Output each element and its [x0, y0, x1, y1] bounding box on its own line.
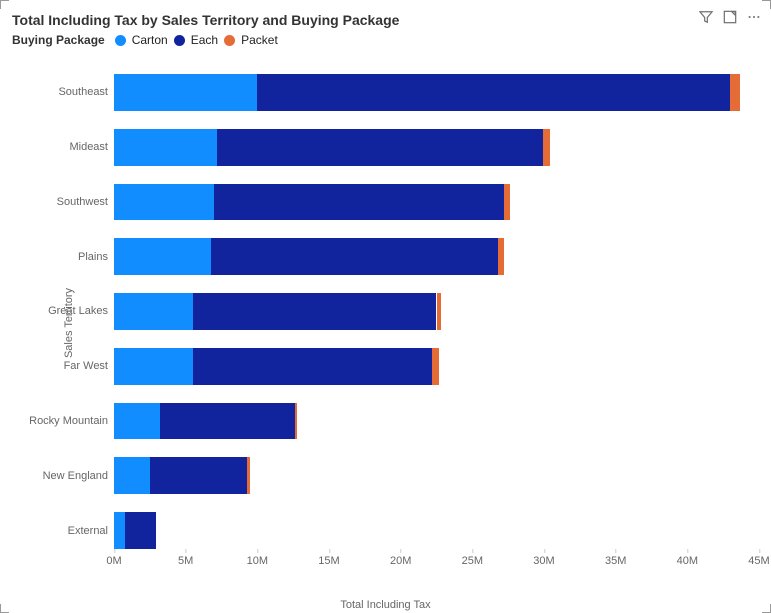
bar-segment-each[interactable] [211, 238, 498, 275]
resize-handle-br[interactable] [762, 604, 771, 613]
category-label: External [24, 525, 108, 537]
bar-segment-carton[interactable] [114, 74, 257, 111]
bar-segment-each[interactable] [217, 129, 542, 166]
x-tick: 35M [605, 555, 626, 567]
x-tick: 25M [462, 555, 483, 567]
legend-title: Buying Package [12, 33, 105, 47]
legend-label-carton[interactable]: Carton [132, 33, 168, 47]
more-options-icon[interactable] [747, 10, 761, 29]
x-tick: 20M [390, 555, 411, 567]
bar-segment-carton[interactable] [114, 348, 193, 385]
x-tick: 10M [247, 555, 268, 567]
legend-swatch-each[interactable] [174, 35, 185, 46]
bar-segment-packet[interactable] [432, 348, 439, 385]
focus-mode-icon[interactable] [723, 10, 737, 29]
bar-segment-carton[interactable] [114, 403, 160, 440]
bar-row: Plains [114, 232, 759, 281]
bar-segment-packet[interactable] [437, 293, 441, 330]
bar-segment-each[interactable] [150, 457, 247, 494]
plot-area: Southeast Mideast Southwest Plains Great Lak… [114, 62, 759, 555]
y-axis-title: Sales Territory [63, 287, 75, 357]
category-label: Southeast [24, 86, 108, 98]
visual-header: Total Including Tax by Sales Territory a… [12, 10, 761, 29]
bar-segment-packet[interactable] [498, 238, 504, 275]
x-tick: 0M [106, 555, 121, 567]
x-axis-title: Total Including Tax [340, 599, 430, 611]
category-label: New England [24, 470, 108, 482]
legend-label-each[interactable]: Each [191, 33, 218, 47]
header-icons [699, 10, 761, 29]
category-label: Rocky Mountain [24, 415, 108, 427]
bar-segment-each[interactable] [257, 74, 730, 111]
x-tick: 45M [748, 555, 769, 567]
bar-segment-packet[interactable] [295, 403, 298, 440]
chart-area: Sales Territory Southeast Mideast Southwes… [28, 62, 759, 583]
x-tick: 30M [533, 555, 554, 567]
bar-segment-packet[interactable] [543, 129, 550, 166]
legend-swatch-carton[interactable] [115, 35, 126, 46]
bar-segment-packet[interactable] [730, 74, 740, 111]
category-label: Far West [24, 360, 108, 372]
x-axis: 0M5M10M15M20M25M30M35M40M45M [114, 555, 759, 583]
bar-segment-carton[interactable] [114, 238, 211, 275]
resize-handle-tl[interactable] [0, 0, 9, 9]
bar-segment-each[interactable] [160, 403, 295, 440]
resize-handle-tr[interactable] [762, 0, 771, 9]
bar-segment-packet[interactable] [247, 457, 250, 494]
legend: Buying Package Carton Each Packet [12, 33, 761, 47]
bar-row: Southwest [114, 178, 759, 227]
bar-row: Great Lakes [114, 287, 759, 336]
category-label: Great Lakes [24, 305, 108, 317]
bar-row: Far West [114, 342, 759, 391]
filter-icon[interactable] [699, 10, 713, 29]
bar-segment-each[interactable] [214, 184, 504, 221]
bar-row: External [114, 506, 759, 555]
x-tick: 15M [318, 555, 339, 567]
legend-label-packet[interactable]: Packet [241, 33, 278, 47]
bar-segment-carton[interactable] [114, 129, 217, 166]
bar-row: Southeast [114, 68, 759, 117]
resize-handle-bl[interactable] [0, 604, 9, 613]
category-label: Southwest [24, 196, 108, 208]
bar-row: Mideast [114, 123, 759, 172]
bar-segment-carton[interactable] [114, 512, 125, 549]
category-label: Mideast [24, 141, 108, 153]
chart-title: Total Including Tax by Sales Territory a… [12, 12, 399, 28]
bar-segment-carton[interactable] [114, 457, 150, 494]
x-tick: 40M [677, 555, 698, 567]
bar-segment-each[interactable] [193, 293, 437, 330]
bar-row: Rocky Mountain [114, 397, 759, 446]
bar-segment-each[interactable] [193, 348, 432, 385]
bar-segment-carton[interactable] [114, 293, 193, 330]
bar-row: New England [114, 451, 759, 500]
category-label: Plains [24, 251, 108, 263]
x-tick: 5M [178, 555, 193, 567]
chart-visual: Total Including Tax by Sales Territory a… [0, 0, 771, 613]
legend-swatch-packet[interactable] [224, 35, 235, 46]
bar-segment-each[interactable] [125, 512, 155, 549]
bar-segment-packet[interactable] [504, 184, 510, 221]
bar-segment-carton[interactable] [114, 184, 214, 221]
